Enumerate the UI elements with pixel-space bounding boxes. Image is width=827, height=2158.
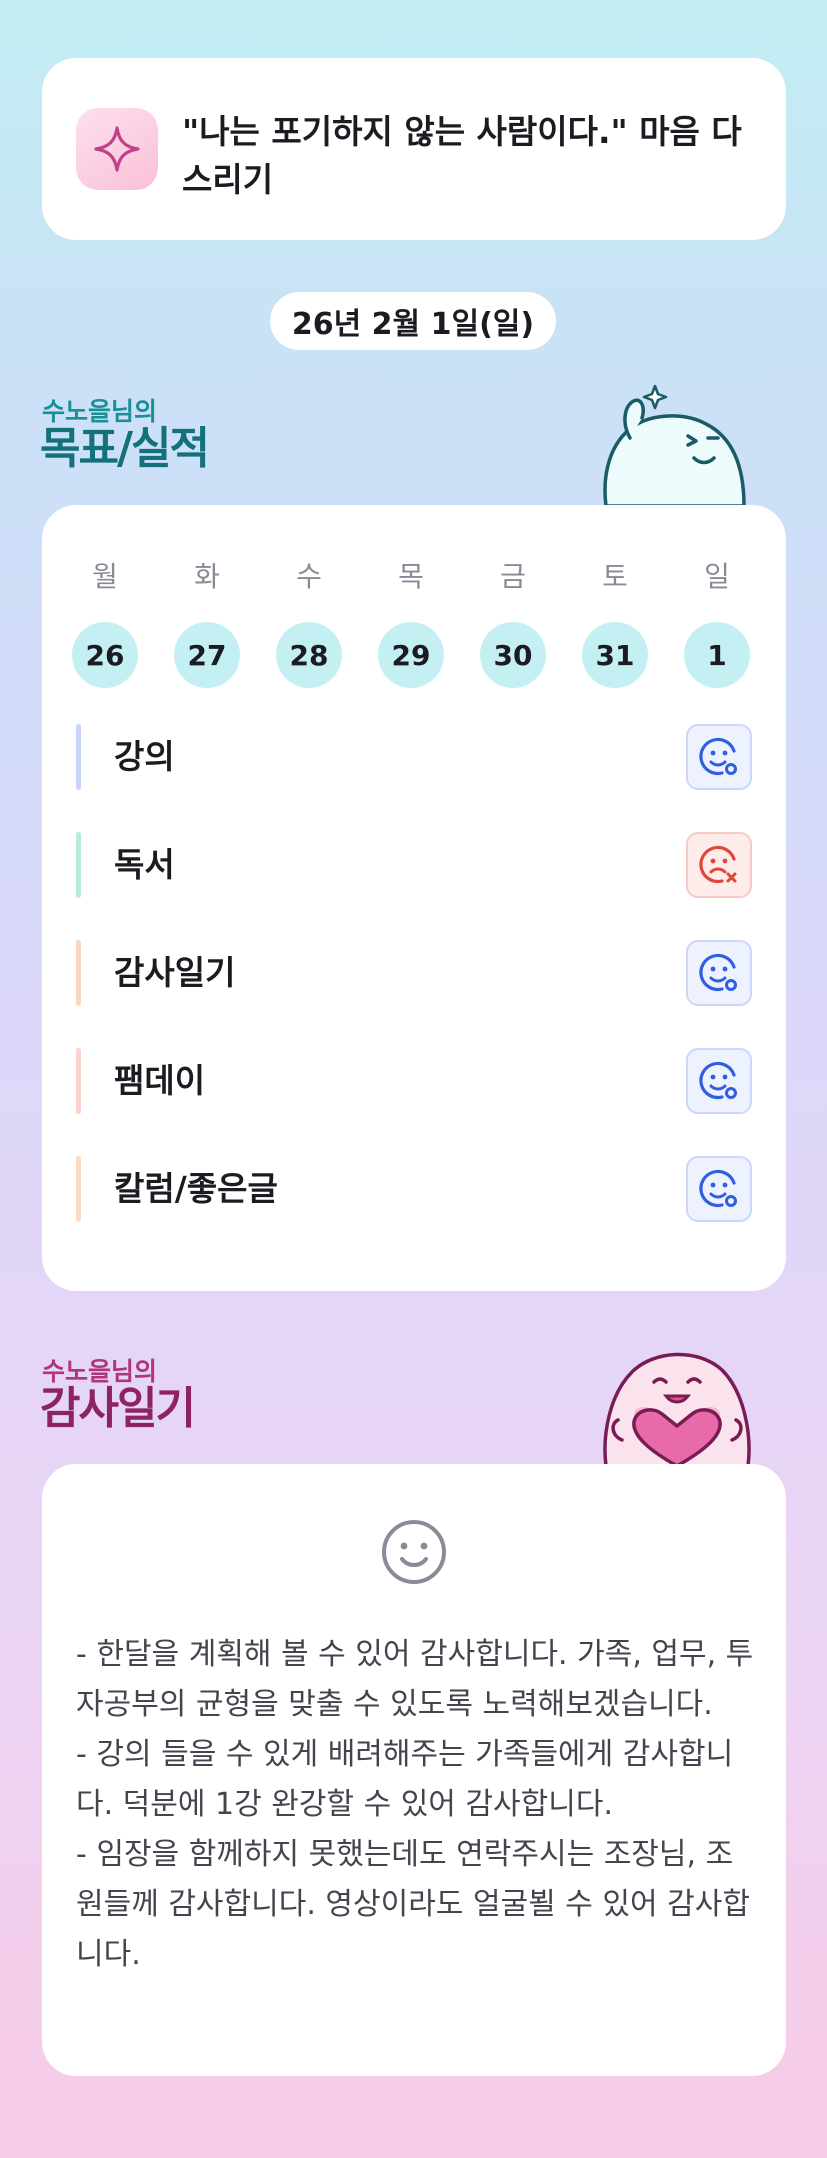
gratitude-entry-text[interactable]: - 한달을 계획해 볼 수 있어 감사합니다. 가족, 업무, 투자공부의 균형… bbox=[76, 1630, 756, 1980]
goal-color-bar bbox=[76, 1048, 81, 1114]
day-column[interactable]: 화 27 bbox=[174, 557, 240, 688]
date-label[interactable]: 26년 2월 1일(일) bbox=[270, 292, 556, 350]
weekday-label: 수 bbox=[296, 560, 322, 593]
gratitude-card: - 한달을 계획해 볼 수 있어 감사합니다. 가족, 업무, 투자공부의 균형… bbox=[42, 1464, 786, 2076]
gratitude-title: 감사일기 bbox=[40, 1383, 196, 1434]
teal-mascot-illustration bbox=[603, 384, 746, 506]
smile-face-icon[interactable] bbox=[380, 1518, 448, 1590]
status-done-icon[interactable] bbox=[686, 724, 752, 790]
goal-color-bar bbox=[76, 940, 81, 1006]
weekday-label: 금 bbox=[500, 560, 526, 593]
weekday-label: 토 bbox=[602, 560, 628, 593]
goal-label: 팸데이 bbox=[114, 1061, 206, 1100]
date-circle[interactable]: 28 bbox=[276, 622, 342, 688]
goal-row[interactable]: 강의 bbox=[76, 724, 752, 790]
date-circle[interactable]: 1 bbox=[684, 622, 750, 688]
sparkle-icon bbox=[76, 108, 158, 190]
status-done-icon[interactable] bbox=[686, 1156, 752, 1222]
goal-label: 독서 bbox=[114, 845, 175, 884]
goals-title: 목표/실적 bbox=[40, 423, 210, 474]
goal-row[interactable]: 감사일기 bbox=[76, 940, 752, 1006]
goal-row[interactable]: 팸데이 bbox=[76, 1048, 752, 1114]
day-column[interactable]: 토 31 bbox=[582, 557, 648, 688]
weekday-label: 목 bbox=[398, 560, 424, 593]
day-column[interactable]: 수 28 bbox=[276, 557, 342, 688]
status-done-icon[interactable] bbox=[686, 1048, 752, 1114]
goal-color-bar bbox=[76, 724, 81, 790]
goal-label: 칼럼/좋은글 bbox=[114, 1169, 278, 1208]
weekday-label: 월 bbox=[92, 560, 118, 593]
date-circle[interactable]: 30 bbox=[480, 622, 546, 688]
day-column[interactable]: 목 29 bbox=[378, 557, 444, 688]
goal-label: 감사일기 bbox=[114, 953, 236, 992]
weekday-label: 일 bbox=[704, 560, 730, 593]
pink-mascot-illustration bbox=[603, 1352, 751, 1466]
date-circle[interactable]: 29 bbox=[378, 622, 444, 688]
status-done-icon[interactable] bbox=[686, 940, 752, 1006]
goal-color-bar bbox=[76, 832, 81, 898]
quote-card: "나는 포기하지 않는 사람이다." 마음 다스리기 bbox=[42, 58, 786, 240]
status-fail-icon[interactable] bbox=[686, 832, 752, 898]
weekday-label: 화 bbox=[194, 560, 220, 593]
date-circle[interactable]: 31 bbox=[582, 622, 648, 688]
date-circle[interactable]: 26 bbox=[72, 622, 138, 688]
goal-color-bar bbox=[76, 1156, 81, 1222]
goal-label: 강의 bbox=[114, 737, 175, 776]
goal-row[interactable]: 독서 bbox=[76, 832, 752, 898]
day-column[interactable]: 금 30 bbox=[480, 557, 546, 688]
date-circle[interactable]: 27 bbox=[174, 622, 240, 688]
day-column[interactable]: 일 1 bbox=[684, 557, 750, 688]
day-column[interactable]: 월 26 bbox=[72, 557, 138, 688]
goal-row[interactable]: 칼럼/좋은글 bbox=[76, 1156, 752, 1222]
quote-text: "나는 포기하지 않는 사람이다." 마음 다스리기 bbox=[182, 112, 742, 199]
goals-card: 월 26 화 27 수 28 목 29 금 30 토 31 일 1 강의 독서 … bbox=[42, 505, 786, 1291]
